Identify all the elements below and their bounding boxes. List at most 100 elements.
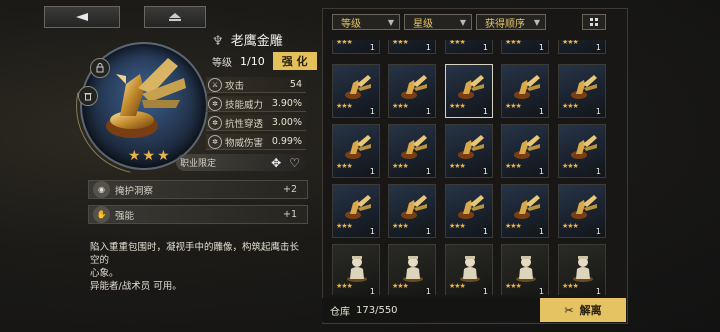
bust-statue-icon <box>516 256 536 282</box>
card-count: 1 <box>369 107 375 116</box>
lock-icon <box>96 63 104 73</box>
card-stars: ★★★ <box>505 40 522 46</box>
lock-button[interactable] <box>90 58 110 78</box>
card-count: 1 <box>538 287 544 295</box>
hide-ui-button[interactable] <box>144 6 206 28</box>
gear-icon: ✲ <box>208 96 222 111</box>
eagle-statue-icon <box>458 195 484 219</box>
skill-row[interactable]: ✋ 强能 +1 <box>88 205 308 224</box>
card-count: 1 <box>538 227 544 236</box>
inventory-card[interactable]: ★★★ 1 <box>332 244 380 295</box>
stat-value: 3.00% <box>271 117 302 128</box>
inventory-card[interactable]: ★★★ 1 <box>332 40 380 54</box>
stat-value: 3.90% <box>271 98 302 109</box>
card-count: 1 <box>482 167 488 176</box>
card-stars: ★★★ <box>336 282 353 290</box>
card-stars: ★★★ <box>562 162 579 170</box>
eagle-statue-icon <box>458 75 484 99</box>
filter-order-label: 获得顺序 <box>485 18 525 30</box>
inventory-card[interactable]: ★★★ 1 <box>388 124 436 178</box>
inventory-card[interactable]: ★★★ 1 <box>332 124 380 178</box>
stat-row: ✲ 物威伤害 0.99% <box>206 134 306 150</box>
card-count: 1 <box>595 107 601 116</box>
item-title: ♆ 老鹰金雕 <box>212 30 283 49</box>
inventory-card[interactable]: ★★★ 1 <box>388 184 436 238</box>
inventory-card[interactable]: ★★★ 1 <box>445 64 493 118</box>
inventory-card[interactable]: ★★★ 1 <box>501 124 549 178</box>
inventory-card[interactable]: ★★★ 1 <box>332 64 380 118</box>
card-stars: ★★★ <box>505 222 522 230</box>
card-stars: ★★★ <box>392 282 409 290</box>
back-arrow-icon <box>76 13 88 21</box>
card-stars: ★★★ <box>449 222 466 230</box>
inventory-card[interactable]: ★★★ 1 <box>388 244 436 295</box>
enhance-button[interactable]: 强 化 <box>272 52 317 70</box>
skill-row[interactable]: ◉ 掩护洞察 +2 <box>88 180 308 199</box>
card-stars: ★★★ <box>449 40 466 46</box>
bust-statue-icon <box>573 256 593 282</box>
eagle-statue-icon <box>514 135 540 159</box>
inventory-card[interactable]: ★★★ 1 <box>501 184 549 238</box>
skill-label: 掩护洞察 <box>115 185 154 197</box>
card-stars: ★★★ <box>336 162 353 170</box>
inventory-card[interactable]: ★★★ 1 <box>332 184 380 238</box>
inventory-card[interactable]: ★★★ 1 <box>501 64 549 118</box>
level-row: 等级 1/10 强 化 <box>212 52 317 70</box>
card-stars: ★★★ <box>336 102 353 110</box>
card-count: 1 <box>482 227 488 236</box>
dismantle-button[interactable]: ✂ 解离 <box>540 298 626 322</box>
back-button[interactable] <box>44 6 120 28</box>
stat-row: ✲ 抗性穿透 3.00% <box>206 115 306 131</box>
filter-level-dropdown[interactable]: 等级 ▼ <box>332 14 400 30</box>
card-count: 1 <box>538 107 544 116</box>
job-heart-icon[interactable]: ♡ <box>289 156 300 170</box>
card-stars: ★★★ <box>336 222 353 230</box>
inventory-card[interactable]: ★★★ 1 <box>558 40 606 54</box>
inventory-card[interactable]: ★★★ 1 <box>445 40 493 54</box>
stat-label: 攻击 <box>225 80 245 92</box>
inventory-grid: ★★★ 1 ★★★ 1 ★★★ 1 ★★★ 1 ★★★ 1 ★★★ 1 ★★★ 1 ★★★ 1 ★★★ 1 ★★★ 1… <box>332 40 620 295</box>
grid-view-icon <box>590 18 598 26</box>
inventory-card[interactable]: ★★★ 1 <box>445 184 493 238</box>
level-label: 等级 <box>212 57 232 69</box>
inventory-card[interactable]: ★★★ 1 <box>558 64 606 118</box>
card-stars: ★★★ <box>449 162 466 170</box>
card-count: 1 <box>482 43 488 52</box>
inventory-card[interactable]: ★★★ 1 <box>558 124 606 178</box>
view-toggle-button[interactable] <box>582 14 606 30</box>
gear-icon: ✲ <box>208 134 222 149</box>
stat-row: ✲ 技能威力 3.90% <box>206 96 306 112</box>
inventory-card[interactable]: ★★★ 1 <box>445 124 493 178</box>
storage-label: 仓库 <box>330 306 350 318</box>
inventory-card[interactable]: ★★★ 1 <box>445 244 493 295</box>
card-stars: ★★★ <box>562 102 579 110</box>
inventory-card[interactable]: ★★★ 1 <box>558 184 606 238</box>
card-count: 1 <box>369 227 375 236</box>
card-count: 1 <box>425 287 431 295</box>
card-stars: ★★★ <box>392 40 409 46</box>
trash-icon <box>84 93 92 101</box>
eagle-statue-icon <box>345 75 371 99</box>
card-stars: ★★★ <box>562 40 579 46</box>
skill-label: 强能 <box>115 210 135 222</box>
card-stars: ★★★ <box>505 162 522 170</box>
card-count: 1 <box>425 167 431 176</box>
inventory-card[interactable]: ★★★ 1 <box>558 244 606 295</box>
description-line: 心象。 <box>90 268 119 279</box>
discard-button[interactable] <box>78 86 98 106</box>
inventory-card[interactable]: ★★★ 1 <box>388 64 436 118</box>
filter-order-dropdown[interactable]: 获得顺序 ▼ <box>476 14 546 30</box>
inventory-card[interactable]: ★★★ 1 <box>501 40 549 54</box>
filter-star-dropdown[interactable]: 星级 ▼ <box>404 14 472 30</box>
stat-value: 0.99% <box>271 136 302 147</box>
inventory-card[interactable]: ★★★ 1 <box>388 40 436 54</box>
description-line: 陷入重重包围时，凝视手中的雕像，构筑起鹰击长空的 <box>90 242 300 266</box>
inventory-card[interactable]: ★★★ 1 <box>501 244 549 295</box>
eye-icon: ◉ <box>93 181 110 198</box>
chevron-down-icon: ▼ <box>459 17 466 27</box>
card-stars: ★★★ <box>392 102 409 110</box>
job-class-icon[interactable]: ✥ <box>271 156 281 170</box>
eagle-statue-icon <box>458 135 484 159</box>
card-count: 1 <box>595 227 601 236</box>
eagle-statue-icon <box>345 135 371 159</box>
